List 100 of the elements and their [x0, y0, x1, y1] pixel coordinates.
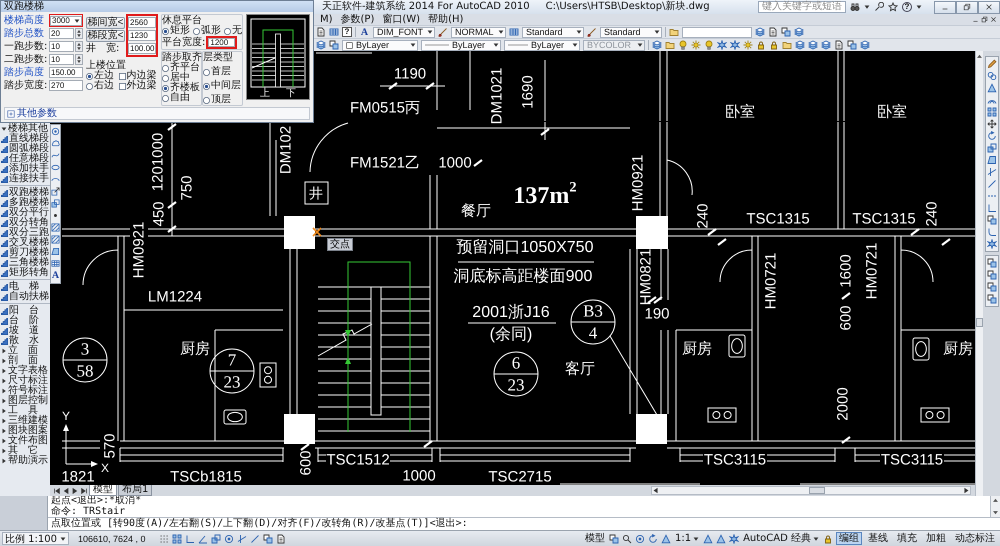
lightbulb-icon[interactable] — [704, 40, 714, 50]
menu-group[interactable]: 楼梯其他 — [0, 124, 50, 134]
close-button[interactable] — [978, 0, 1000, 14]
number-field[interactable]: 10 — [49, 54, 74, 65]
menu-item[interactable]: 参数(P) — [336, 14, 378, 25]
radio-option[interactable]: 矩形 — [162, 26, 190, 36]
menu-item[interactable]: 任意梯段 — [0, 154, 50, 164]
line-icon[interactable] — [250, 534, 260, 544]
stacked-squares-icon[interactable] — [262, 534, 273, 544]
multileader-style-dropdown[interactable]: Standard — [600, 26, 662, 38]
linetype-dropdown[interactable]: ByLayer — [421, 40, 501, 50]
brush-icon[interactable] — [438, 27, 448, 37]
menu-item[interactable]: 双分转角 — [0, 218, 50, 228]
move-arrows-icon[interactable] — [986, 119, 996, 129]
table-style-dropdown[interactable]: Standard — [522, 26, 584, 38]
circle-dot-icon[interactable] — [634, 534, 645, 544]
table-icon[interactable] — [509, 27, 519, 37]
layers-icon[interactable] — [794, 27, 804, 37]
burst-icon[interactable] — [730, 40, 740, 50]
squares-icon[interactable] — [986, 143, 996, 153]
stacked-squares-icon[interactable] — [329, 40, 339, 50]
angle-icon[interactable] — [198, 534, 208, 544]
stacked-squares-icon[interactable] — [986, 215, 996, 225]
scale-dropdown[interactable]: 比例 1:100 — [2, 532, 69, 545]
scrollbar-thumb[interactable] — [809, 487, 825, 494]
menu-item[interactable]: 双跑楼梯 — [0, 188, 50, 198]
binoculars-icon[interactable] — [850, 2, 860, 12]
menu-item[interactable]: 坡 道 — [0, 326, 50, 336]
status-toggle[interactable]: 基线 — [865, 532, 891, 545]
rounded-corner-icon[interactable] — [986, 227, 996, 237]
more-options-toggle[interactable]: 其他参数 — [7, 108, 57, 118]
search-field[interactable]: 键入关键字或短语 — [758, 1, 846, 13]
menu-group[interactable]: 立 面 — [0, 346, 50, 356]
document-icon[interactable] — [276, 534, 286, 544]
radio-option[interactable]: 齐平台 — [162, 63, 201, 73]
model-space-button[interactable]: 模型 — [584, 532, 606, 544]
document-icon[interactable] — [768, 27, 778, 37]
circular-arrow-icon[interactable] — [986, 131, 996, 141]
menu-group[interactable]: 图块图案 — [0, 426, 50, 436]
dot-grid-icon[interactable] — [158, 534, 169, 544]
text-style-dropdown[interactable]: DIM_FONT — [373, 26, 435, 38]
menu-item[interactable]: 双分平行 — [0, 208, 50, 218]
padlock-icon[interactable] — [756, 40, 766, 50]
crossing-lines-icon[interactable] — [236, 534, 247, 544]
document-icon[interactable] — [834, 40, 844, 50]
color-dropdown[interactable]: ByLayer — [342, 40, 418, 50]
circle-dot-icon[interactable] — [51, 127, 60, 136]
triangle-icon[interactable] — [986, 83, 996, 93]
triangle-left-icon[interactable] — [62, 486, 70, 494]
star-icon[interactable] — [888, 2, 898, 12]
caret-icon[interactable] — [864, 4, 870, 10]
square-arrow-icon[interactable] — [51, 187, 60, 196]
caret-icon[interactable] — [916, 4, 922, 10]
circle-dot-icon[interactable] — [224, 534, 234, 544]
input-field[interactable] — [682, 26, 752, 38]
menu-item[interactable]: 窗口(W) — [378, 14, 424, 25]
help-button[interactable]: ? — [902, 2, 912, 12]
ellipse-arc-icon[interactable] — [51, 175, 60, 184]
status-toggle[interactable]: 编组 — [836, 532, 862, 545]
number-field[interactable]: 150.00 — [49, 67, 83, 78]
layers-icon[interactable] — [316, 40, 326, 50]
status-toggle[interactable]: 动态标注 — [952, 532, 998, 545]
menu-item[interactable]: M) — [316, 14, 337, 25]
command-window-grip[interactable] — [0, 496, 48, 530]
restore-icon[interactable] — [981, 16, 988, 23]
radio-option[interactable]: 齐楼板 — [162, 83, 201, 93]
burst-icon[interactable] — [986, 239, 996, 249]
help-button[interactable]: ? — [342, 27, 352, 37]
command-prompt[interactable]: 点取位置或 [转90度(A)/左右翻(S)/上下翻(D)/对齐(F)/改转角(R)/改基点(T)]<退出>: — [48, 518, 1000, 530]
status-toggle[interactable]: 填充 — [894, 532, 920, 545]
layers-icon[interactable] — [860, 40, 870, 50]
menu-group[interactable]: 三维建模 — [0, 416, 50, 426]
sun-icon[interactable] — [743, 40, 753, 50]
layers-icon[interactable] — [808, 40, 818, 50]
layers-icon[interactable] — [652, 40, 662, 50]
hatched-square-icon[interactable] — [51, 235, 60, 244]
pencil-icon[interactable] — [986, 59, 996, 69]
document-icon[interactable] — [316, 27, 326, 37]
corner-icon[interactable] — [986, 203, 996, 213]
stacked-squares-icon[interactable] — [608, 534, 619, 544]
menu-group[interactable]: 文字表格 — [0, 366, 50, 376]
burst-icon[interactable] — [717, 40, 727, 50]
number-field[interactable]: 100.00 — [128, 43, 156, 54]
annotation-scale-dropdown[interactable]: 1:1 — [674, 532, 700, 544]
radio-option[interactable]: 居中 — [162, 73, 201, 83]
stacked-squares-icon[interactable] — [781, 27, 791, 37]
close-icon[interactable] — [990, 16, 997, 23]
menu-group[interactable]: 工 具 — [0, 406, 50, 416]
radio-option[interactable]: 自由 — [162, 93, 201, 103]
number-field[interactable]: 10 — [49, 41, 74, 52]
menu-item[interactable]: 阳 台 — [0, 306, 50, 316]
radio-option[interactable]: 右边 — [86, 81, 116, 91]
radio-option[interactable]: 顶层 — [203, 95, 242, 105]
layers-icon[interactable] — [755, 27, 765, 37]
magnifier-icon[interactable] — [622, 534, 632, 544]
hatched-square-icon[interactable] — [51, 223, 60, 232]
menu-item[interactable]: 剪刀楼梯 — [0, 248, 50, 258]
crossing-lines-icon[interactable] — [986, 167, 996, 177]
menu-item[interactable]: 双分三跑 — [0, 228, 50, 238]
triangle-icon[interactable] — [716, 534, 726, 544]
